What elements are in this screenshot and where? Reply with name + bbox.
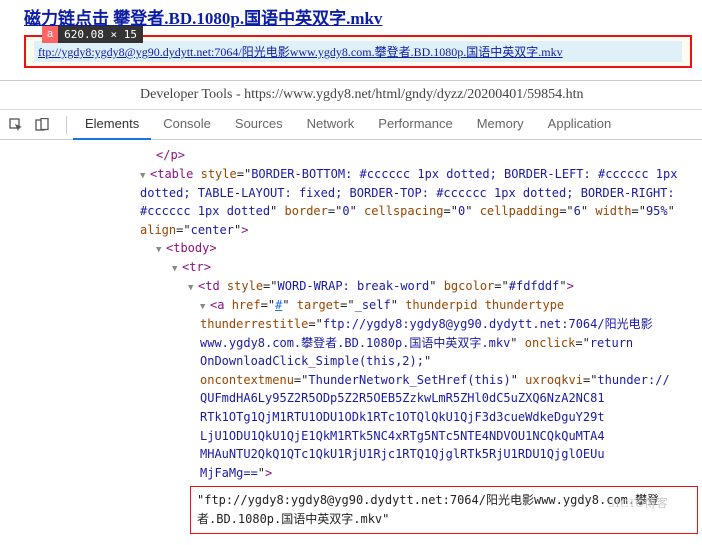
tab-console[interactable]: Console [151, 109, 223, 140]
dom-tree-panel[interactable]: </p> <table style="BORDER-BOTTOM: #ccccc… [0, 140, 702, 538]
dom-node-table[interactable]: <table style="BORDER-BOTTOM: #cccccc 1px… [140, 165, 698, 240]
device-icon[interactable] [34, 117, 50, 133]
tab-network[interactable]: Network [295, 109, 367, 140]
tab-application[interactable]: Application [536, 109, 624, 140]
highlighted-text-node[interactable]: "ftp://ygdy8:ygdy8@yg90.dydytt.net:7064/… [190, 486, 698, 533]
dom-node-td[interactable]: <td style="WORD-WRAP: break-word" bgcolo… [140, 277, 698, 296]
devtools-titlebar: Developer Tools - https://www.ygdy8.net/… [0, 81, 702, 110]
inspect-icon[interactable] [8, 117, 24, 133]
dom-node-a[interactable]: <a href="#" target="_self" thunderpid th… [140, 296, 698, 482]
dom-node-tr[interactable]: <tr> [140, 258, 698, 277]
element-dimension-tooltip: a 620.08 × 15 [42, 26, 143, 43]
dom-node-tbody[interactable]: <tbody> [140, 239, 698, 258]
dimension-badge: 620.08 × 15 [58, 26, 143, 43]
devtools-window: Developer Tools - https://www.ygdy8.net/… [0, 80, 702, 538]
dom-node[interactable]: </p> [140, 146, 698, 165]
tab-memory[interactable]: Memory [465, 109, 536, 140]
tab-sources[interactable]: Sources [223, 109, 295, 140]
tab-performance[interactable]: Performance [366, 109, 464, 140]
devtools-tabs: Elements Console Sources Network Perform… [73, 109, 623, 140]
ftp-url-link[interactable]: ftp://ygdy8:ygdy8@yg90.dydytt.net:7064/阳… [34, 41, 682, 62]
separator [66, 116, 67, 134]
devtools-toolbar: Elements Console Sources Network Perform… [0, 110, 702, 140]
tag-badge: a [42, 26, 58, 43]
tab-elements[interactable]: Elements [73, 109, 151, 140]
page-content: 磁力链点击 攀登者.BD.1080p.国语中英双字.mkv a 620.08 ×… [0, 0, 702, 80]
